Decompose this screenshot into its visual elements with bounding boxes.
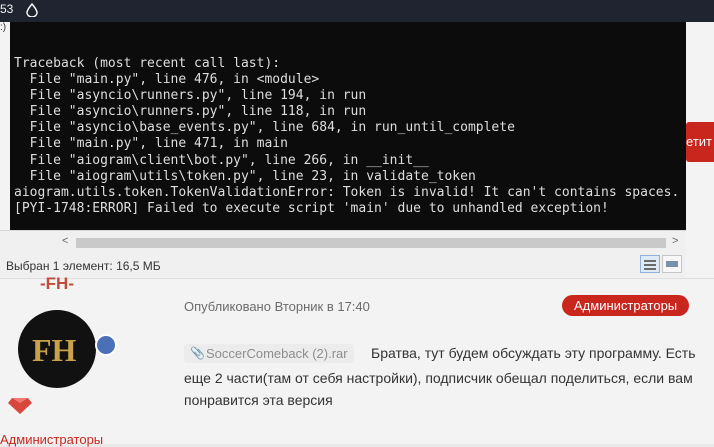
post-author[interactable]: -FH- xyxy=(40,274,74,294)
droplet-icon xyxy=(26,3,38,17)
avatar-text: FH xyxy=(32,332,77,368)
post-text-line: Братва, тут будем обсуждать эту программ… xyxy=(371,345,696,361)
console-window[interactable]: Traceback (most recent call last): File … xyxy=(10,22,686,230)
post-date[interactable]: Опубликовано Вторник в 17:40 xyxy=(184,299,370,314)
horizontal-scrollbar[interactable] xyxy=(76,238,666,248)
status-text: Выбран 1 элемент: 16,5 МБ xyxy=(6,259,161,273)
details-view-icon[interactable] xyxy=(640,255,660,273)
side-red-button[interactable]: етит xyxy=(686,122,714,162)
taskbar-top: 53 xyxy=(0,0,714,22)
post-text-line: еще 2 части(там от себя настройки), подп… xyxy=(184,370,693,386)
gem-icon xyxy=(8,398,32,414)
post-text-line: понравится эта версия xyxy=(184,392,333,408)
attachment-link[interactable]: 📎 SoccerComeback (2).rar xyxy=(184,344,354,363)
scroll-left-icon[interactable]: < xyxy=(62,235,68,247)
console-output: Traceback (most recent call last): File … xyxy=(14,56,680,216)
explorer-strip: < > Выбран 1 элемент: 16,5 МБ xyxy=(0,230,686,277)
group-badge: Администраторы xyxy=(562,295,690,316)
divider xyxy=(0,278,714,279)
paperclip-icon: 📎 xyxy=(190,346,205,360)
shield-icon xyxy=(95,334,117,356)
attachment-name: SoccerComeback (2).rar xyxy=(206,346,348,361)
corner-text: :) xyxy=(0,22,7,33)
scroll-right-icon[interactable]: > xyxy=(672,235,678,247)
avatar[interactable]: FH xyxy=(18,310,96,388)
large-icons-view-icon[interactable] xyxy=(662,255,682,273)
author-role: Администраторы xyxy=(0,432,104,447)
counter-text: 53 xyxy=(0,2,14,16)
side-button-label: етит xyxy=(686,134,712,149)
